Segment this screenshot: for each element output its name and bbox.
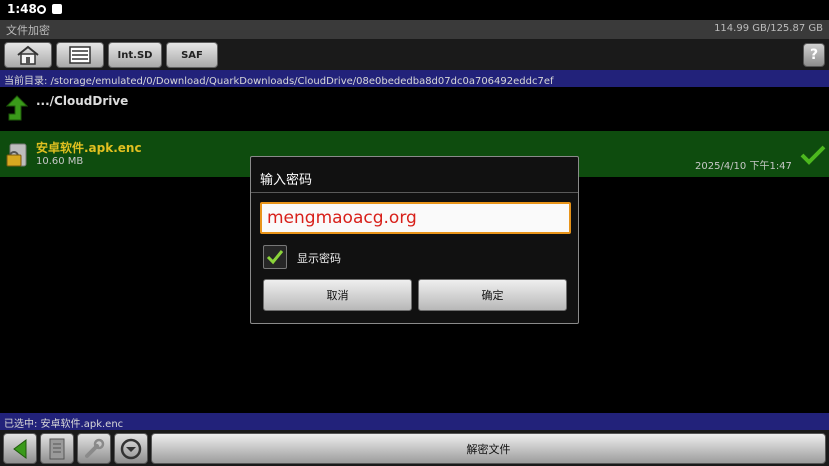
- status-bar: 1:48: [0, 0, 829, 20]
- app-title: 文件加密: [6, 24, 50, 37]
- current-path-text: 当前目录: /storage/emulated/0/Download/Quark…: [4, 76, 554, 87]
- selection-text: 已选中: 安卓软件.apk.enc: [4, 419, 124, 430]
- cancel-button[interactable]: 取消: [263, 279, 412, 311]
- back-button[interactable]: [3, 433, 37, 464]
- dialog-title: 输入密码: [260, 173, 313, 188]
- file-size: 10.60 MB: [36, 156, 84, 167]
- saf-button[interactable]: SAF: [166, 42, 218, 68]
- ok-button[interactable]: 确定: [418, 279, 567, 311]
- home-button[interactable]: [4, 42, 52, 68]
- lock-file-icon: [6, 143, 27, 167]
- show-password-label: 显示密码: [297, 252, 341, 265]
- password-input[interactable]: [260, 202, 571, 234]
- dropdown-circle-icon: [120, 438, 142, 459]
- file-name: 安卓软件.apk.enc: [36, 141, 142, 155]
- parent-directory-label: .../CloudDrive: [36, 94, 129, 108]
- selection-bar: 已选中: 安卓软件.apk.enc: [0, 413, 829, 430]
- decrypt-file-button[interactable]: 解密文件: [151, 433, 826, 464]
- title-bar: 文件加密 114.99 GB/125.87 GB: [0, 20, 829, 39]
- storage-info: 114.99 GB/125.87 GB: [714, 23, 823, 34]
- status-time: 1:48: [7, 2, 37, 16]
- file-date: 2025/4/10 下午1:47: [695, 161, 792, 172]
- notification-icon: [52, 4, 62, 14]
- password-dialog: 输入密码 显示密码 取消 确定: [250, 156, 579, 324]
- back-arrow-icon: [13, 438, 27, 459]
- current-path-bar: 当前目录: /storage/emulated/0/Download/Quark…: [0, 70, 829, 87]
- toolbar: Int.SD SAF ?: [0, 39, 829, 70]
- bottom-bar: 解密文件: [0, 430, 829, 466]
- tools-button[interactable]: [77, 433, 111, 464]
- parent-directory-row[interactable]: .../CloudDrive: [0, 87, 829, 131]
- menu-button[interactable]: [114, 433, 148, 464]
- settings-dot-icon: [37, 5, 46, 14]
- wrench-icon: [85, 438, 105, 458]
- up-arrow-icon: [6, 95, 28, 121]
- help-button[interactable]: ?: [803, 43, 825, 67]
- show-password-checkbox[interactable]: [263, 245, 287, 269]
- properties-button[interactable]: [40, 433, 74, 464]
- file-properties-icon: [49, 438, 65, 459]
- list-view-button[interactable]: [56, 42, 104, 68]
- home-icon: [17, 45, 39, 65]
- int-sd-button[interactable]: Int.SD: [108, 42, 162, 68]
- list-icon: [69, 46, 91, 64]
- dialog-divider: [251, 192, 578, 193]
- check-icon: [800, 145, 826, 165]
- checkmark-icon: [266, 250, 284, 265]
